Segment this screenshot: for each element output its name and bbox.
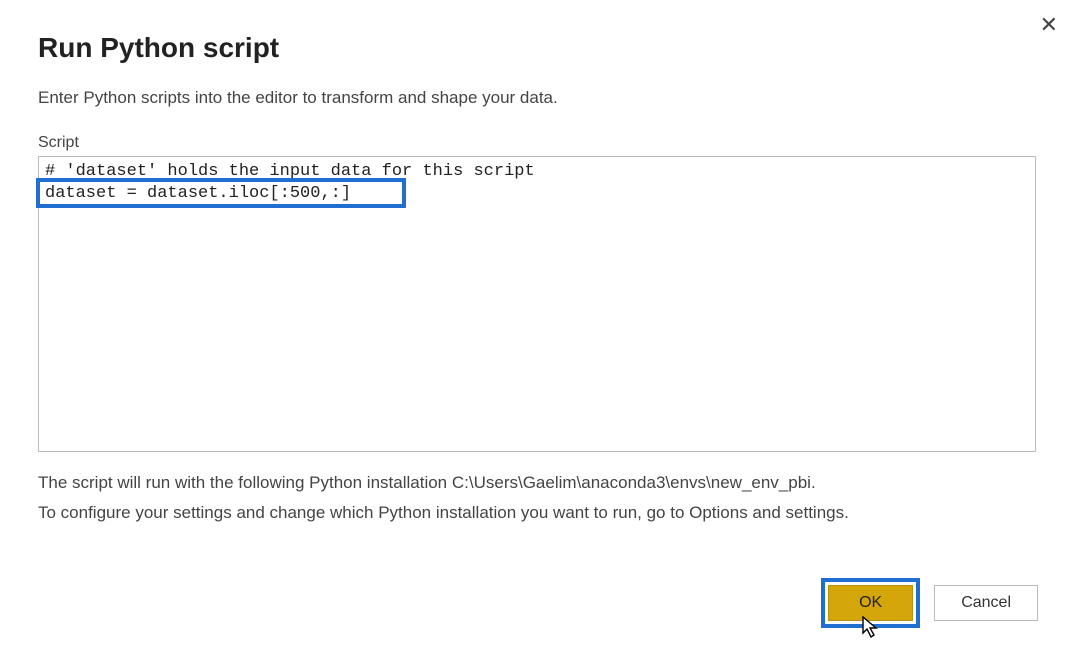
install-path-text: The script will run with the following P…: [38, 468, 1040, 498]
script-label: Script: [38, 134, 1040, 152]
config-hint-text: To configure your settings and change wh…: [38, 498, 1040, 528]
dialog-subtitle: Enter Python scripts into the editor to …: [38, 88, 1040, 108]
ok-button[interactable]: OK: [828, 585, 913, 621]
footer-info: The script will run with the following P…: [38, 468, 1040, 528]
dialog-title: Run Python script: [38, 32, 1040, 64]
dialog-body: Run Python script Enter Python scripts i…: [0, 0, 1078, 528]
ok-highlight-annotation: OK: [821, 578, 920, 628]
dialog-button-row: OK Cancel: [821, 578, 1038, 628]
script-area-wrap: [38, 156, 1036, 452]
close-icon[interactable]: ✕: [1040, 12, 1058, 38]
cancel-button[interactable]: Cancel: [934, 585, 1038, 621]
script-input[interactable]: [38, 156, 1036, 452]
